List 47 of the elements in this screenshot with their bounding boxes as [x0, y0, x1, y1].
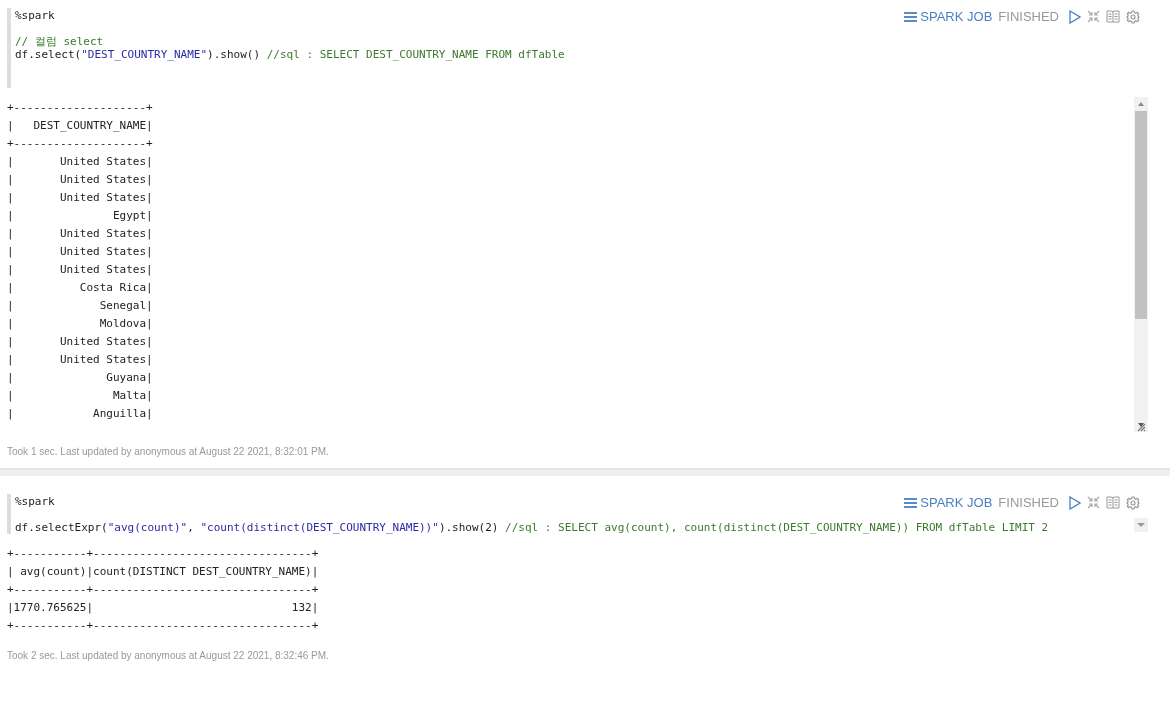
- output-line: | United States|: [7, 262, 154, 278]
- resize-grip-icon[interactable]: [1136, 422, 1146, 432]
- code-line: // 컬럼 select: [15, 35, 104, 48]
- output-line: +--------------------+: [7, 100, 154, 116]
- spark-job-link[interactable]: SPARK JOB: [920, 9, 993, 24]
- scrollbar-thumb[interactable]: [1135, 111, 1147, 319]
- scrollbar-track[interactable]: [1134, 97, 1148, 432]
- code-line: df.selectExpr("avg(count)", "count(distinct(DEST_COUNTRY_NAME))").show(2) //sql : SELECT avg(count), count(distinct(DEST_COUNTRY_NAME)) FROM dfTable LIMIT 2: [15, 521, 1049, 534]
- bars-icon[interactable]: [904, 497, 918, 508]
- run-info-text: Took 1 sec. Last updated by anonymous at August 22 2021, 8:32:01 PM.: [7, 446, 330, 457]
- collapse-icon[interactable]: [1087, 496, 1100, 509]
- book-icon[interactable]: [1106, 10, 1120, 23]
- spark-job-link[interactable]: SPARK JOB: [920, 495, 993, 510]
- run-info-text: Took 2 sec. Last updated by anonymous at August 22 2021, 8:32:46 PM.: [7, 650, 330, 661]
- code-line: df.select("DEST_COUNTRY_NAME").show() //sql : SELECT DEST_COUNTRY_NAME FROM dfTable: [15, 48, 565, 61]
- output-line: | Guyana|: [7, 370, 154, 386]
- output-line: | United States|: [7, 172, 154, 188]
- status-label: FINISHED: [998, 9, 1059, 24]
- output-line: | Costa Rica|: [7, 280, 154, 296]
- output-line: +-----------+---------------------------------+: [7, 546, 320, 562]
- output-line: | Senegal|: [7, 298, 154, 314]
- output-line: | United States|: [7, 226, 154, 242]
- book-icon[interactable]: [1106, 496, 1120, 509]
- play-icon[interactable]: [1069, 9, 1081, 24]
- interpreter-line: %spark: [15, 9, 55, 22]
- interpreter-line: %spark: [15, 495, 55, 508]
- output-line: | United States|: [7, 154, 154, 170]
- status-label: FINISHED: [998, 495, 1059, 510]
- output-line: +-----------+---------------------------------+: [7, 582, 320, 598]
- play-icon[interactable]: [1069, 495, 1081, 510]
- settings-icon[interactable]: [1126, 495, 1140, 510]
- output-line: | United States|: [7, 334, 154, 350]
- output-line: +-----------+---------------------------------+: [7, 618, 320, 634]
- bars-icon[interactable]: [904, 11, 918, 22]
- output-line: | DEST_COUNTRY_NAME|: [7, 118, 154, 134]
- output-line: | Malta|: [7, 388, 154, 404]
- output-line: | United States|: [7, 190, 154, 206]
- output-line: |1770.765625| 132|: [7, 600, 320, 616]
- output-line: | Moldova|: [7, 316, 154, 332]
- output-line: | avg(count)|count(DISTINCT DEST_COUNTRY_NAME)|: [7, 564, 320, 580]
- collapse-icon[interactable]: [1087, 10, 1100, 23]
- output-line: | Anguilla|: [7, 406, 154, 422]
- settings-icon[interactable]: [1126, 9, 1140, 24]
- output-line: | United States|: [7, 352, 154, 368]
- output-line: | United States|: [7, 244, 154, 260]
- output-line: | Egypt|: [7, 208, 154, 224]
- output-line: +--------------------+: [7, 136, 154, 152]
